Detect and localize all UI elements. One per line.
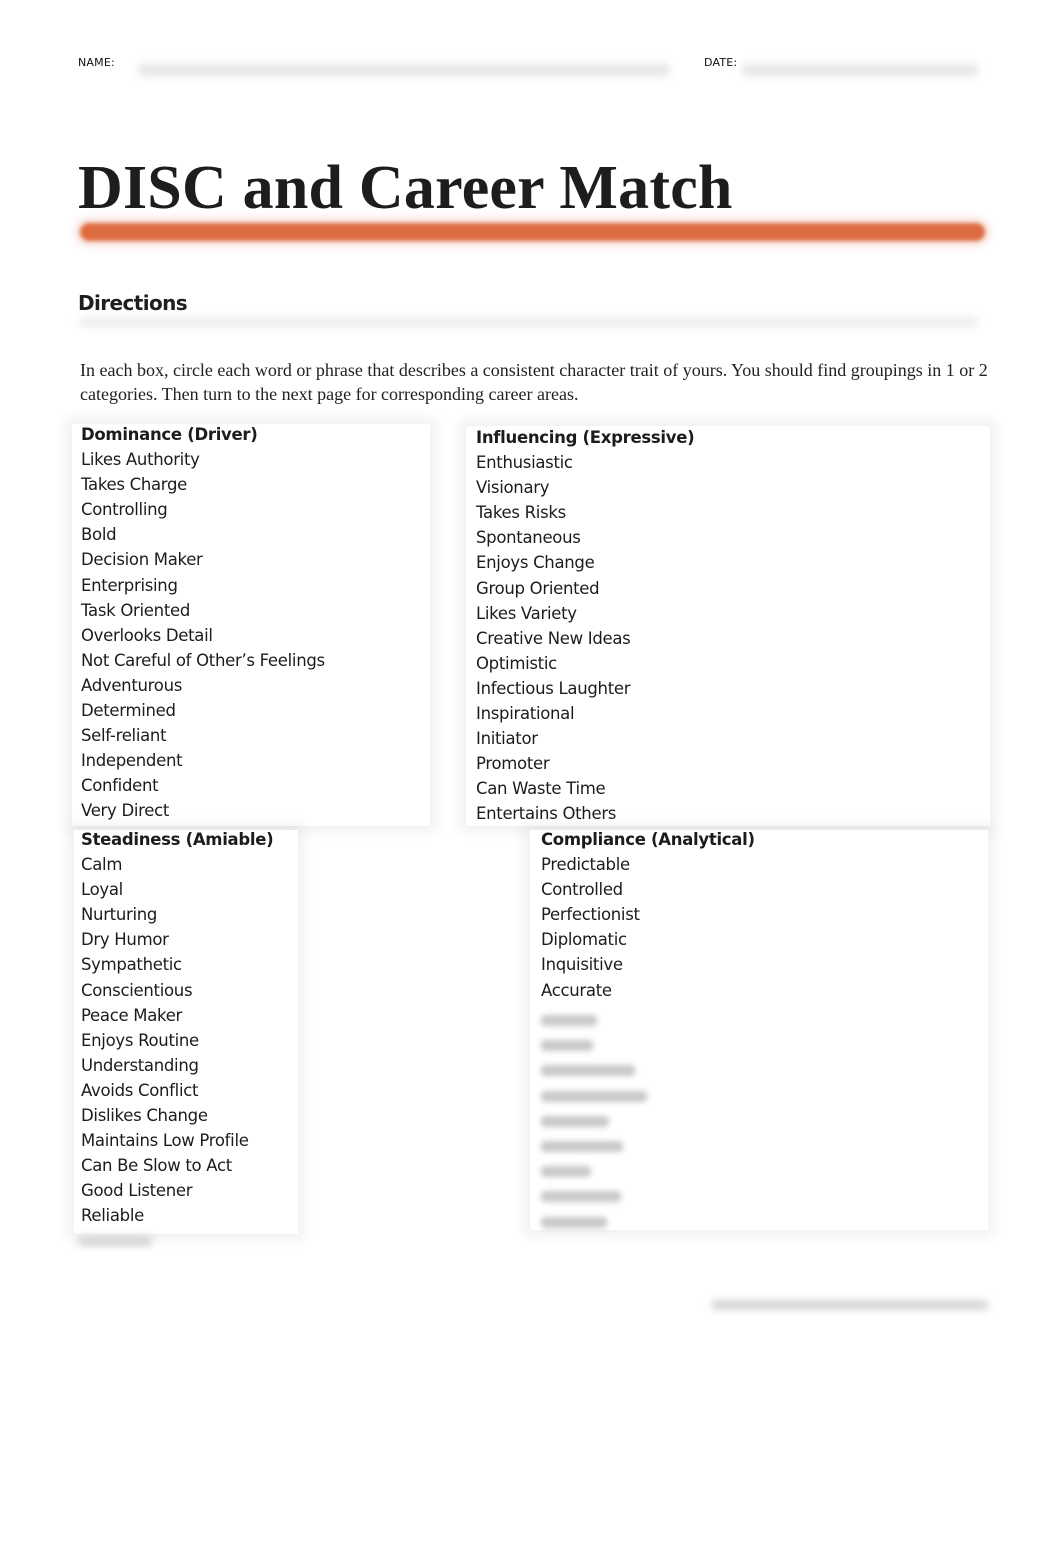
list-item[interactable]: Initiator xyxy=(476,726,694,751)
list-item[interactable]: Likes Authority xyxy=(81,447,325,472)
blurred-text xyxy=(78,1236,152,1246)
list-item[interactable]: Independent xyxy=(81,748,325,773)
steadiness-list: Steadiness (Amiable) Calm Loyal Nurturin… xyxy=(81,827,274,1229)
steadiness-title: Steadiness (Amiable) xyxy=(81,830,274,849)
footer-blurred-text xyxy=(712,1300,988,1310)
directions-heading: Directions xyxy=(78,291,188,315)
list-item[interactable]: Avoids Conflict xyxy=(81,1078,273,1103)
list-item[interactable]: Understanding xyxy=(81,1053,273,1078)
blurred-list-item xyxy=(541,1008,647,1033)
list-item[interactable]: Group Oriented xyxy=(476,576,694,601)
list-item[interactable]: Enjoys Change xyxy=(476,550,694,575)
list-item[interactable]: Enterprising xyxy=(81,573,325,598)
list-item[interactable]: Infectious Laughter xyxy=(476,676,694,701)
date-field[interactable] xyxy=(742,64,978,76)
list-item[interactable]: Sympathetic xyxy=(81,952,273,977)
directions-text: In each box, circle each word or phrase … xyxy=(80,360,988,404)
list-item[interactable]: Can Be Slow to Act xyxy=(81,1153,273,1178)
list-item[interactable]: Dislikes Change xyxy=(81,1103,273,1128)
blurred-list-item xyxy=(541,1134,647,1159)
dominance-list: Dominance (Driver) Likes Authority Takes… xyxy=(81,422,325,824)
list-item[interactable]: Nurturing xyxy=(81,902,273,927)
list-item[interactable]: Takes Risks xyxy=(476,500,694,525)
list-item[interactable]: Reliable xyxy=(81,1203,273,1228)
list-item[interactable]: Predictable xyxy=(541,852,755,877)
dominance-title: Dominance (Driver) xyxy=(81,425,258,444)
list-item[interactable]: Very Direct xyxy=(81,798,325,823)
blurred-list-item xyxy=(541,1109,647,1134)
list-item[interactable]: Promoter xyxy=(476,751,694,776)
blurred-list-item xyxy=(541,1084,647,1109)
list-item[interactable]: Entertains Others xyxy=(476,801,694,826)
list-item[interactable]: Controlling xyxy=(81,497,325,522)
list-item[interactable]: Diplomatic xyxy=(541,927,755,952)
list-item[interactable]: Overlooks Detail xyxy=(81,623,325,648)
list-item[interactable]: Task Oriented xyxy=(81,598,325,623)
list-item[interactable]: Dry Humor xyxy=(81,927,273,952)
list-item[interactable]: Can Waste Time xyxy=(476,776,694,801)
list-item[interactable]: Self-reliant xyxy=(81,723,325,748)
directions-underline xyxy=(80,317,978,327)
list-item[interactable]: Visionary xyxy=(476,475,694,500)
list-item[interactable]: Adventurous xyxy=(81,673,325,698)
list-item[interactable]: Determined xyxy=(81,698,325,723)
list-item[interactable]: Inspirational xyxy=(476,701,694,726)
date-label: DATE: xyxy=(704,56,738,69)
list-item[interactable]: Controlled xyxy=(541,877,755,902)
list-item[interactable]: Perfectionist xyxy=(541,902,755,927)
blurred-list-item xyxy=(541,1210,647,1235)
blurred-list-item xyxy=(541,1159,647,1184)
name-label: NAME: xyxy=(78,56,115,69)
compliance-blurred-items xyxy=(541,1008,647,1235)
influencing-title: Influencing (Expressive) xyxy=(476,428,695,447)
title-accent-rule xyxy=(80,223,985,241)
page-title: DISC and Career Match xyxy=(78,154,733,222)
list-item[interactable]: Confident xyxy=(81,773,325,798)
list-item[interactable]: Bold xyxy=(81,522,325,547)
blurred-list-item xyxy=(541,1058,647,1083)
list-item[interactable]: Loyal xyxy=(81,877,273,902)
list-item[interactable]: Optimistic xyxy=(476,651,694,676)
list-item[interactable]: Maintains Low Profile xyxy=(81,1128,273,1153)
list-item[interactable]: Spontaneous xyxy=(476,525,694,550)
list-item[interactable]: Likes Variety xyxy=(476,601,694,626)
list-item[interactable]: Inquisitive xyxy=(541,952,755,977)
compliance-list: Compliance (Analytical) Predictable Cont… xyxy=(541,827,755,1003)
list-item[interactable]: Takes Charge xyxy=(81,472,325,497)
list-item[interactable]: Enthusiastic xyxy=(476,450,694,475)
list-item[interactable]: Decision Maker xyxy=(81,547,325,572)
list-item[interactable]: Calm xyxy=(81,852,273,877)
list-item[interactable]: Not Careful of Other’s Feelings xyxy=(81,648,325,673)
influencing-list: Influencing (Expressive) Enthusiastic Vi… xyxy=(476,425,695,827)
list-item[interactable]: Good Listener xyxy=(81,1178,273,1203)
blurred-list-item xyxy=(541,1184,647,1209)
list-item[interactable]: Conscientious xyxy=(81,978,273,1003)
compliance-title: Compliance (Analytical) xyxy=(541,830,755,849)
list-item[interactable]: Enjoys Routine xyxy=(81,1028,273,1053)
name-field[interactable] xyxy=(138,64,670,76)
blurred-list-item xyxy=(541,1033,647,1058)
list-item[interactable]: Accurate xyxy=(541,978,755,1003)
list-item[interactable]: Peace Maker xyxy=(81,1003,273,1028)
list-item[interactable]: Creative New Ideas xyxy=(476,626,694,651)
